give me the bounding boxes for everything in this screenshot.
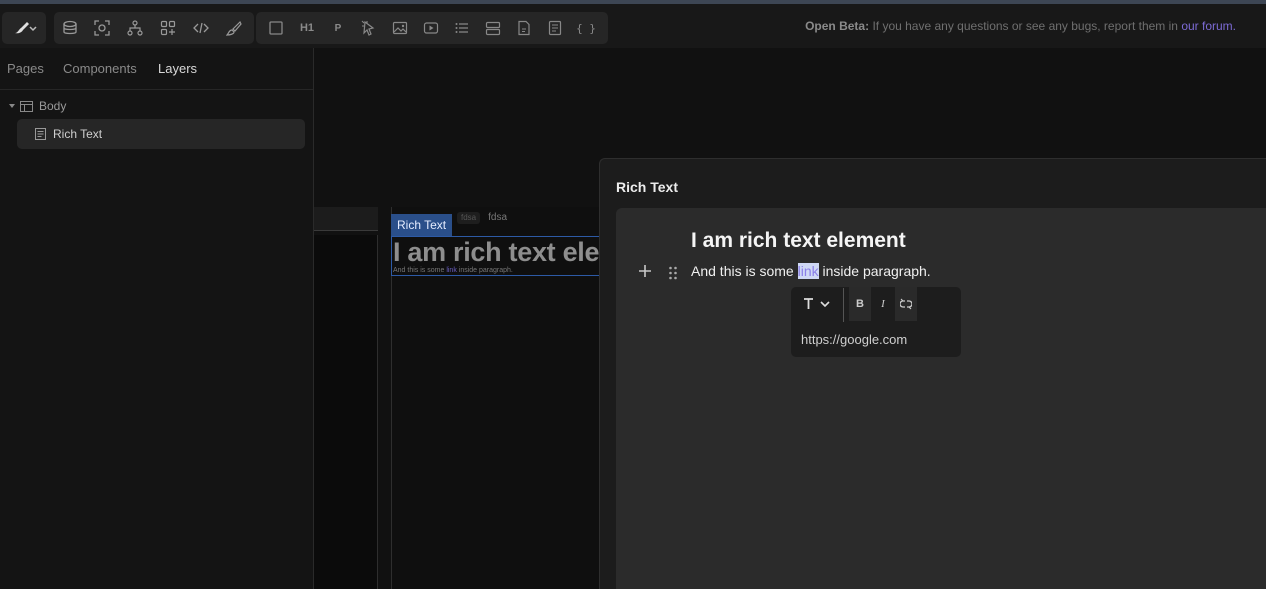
preview-heading: I am rich text element xyxy=(393,237,600,267)
top-toolbar: H1 P { } Open Beta: If you have any ques… xyxy=(0,4,1266,48)
heading-label: H1 xyxy=(299,22,315,34)
text-type-button[interactable] xyxy=(797,287,839,321)
beta-notice-label: Open Beta: xyxy=(805,19,870,33)
code-icon[interactable] xyxy=(186,12,216,44)
popover-toolbar: B I xyxy=(791,287,961,322)
video-icon[interactable] xyxy=(416,12,446,44)
rich-text-editor-panel: Rich Text I am rich text element And thi… xyxy=(599,158,1266,589)
plus-icon[interactable] xyxy=(638,264,652,278)
preview-paragraph: And this is some link inside paragraph. xyxy=(393,267,513,274)
editor-text-before: And this is some xyxy=(691,263,794,279)
beta-notice: Open Beta: If you have any questions or … xyxy=(805,19,1236,33)
breadcrumb-tag[interactable]: fdsa xyxy=(457,212,481,224)
link-url-field[interactable]: https://google.com xyxy=(801,332,907,347)
heading-button[interactable]: H1 xyxy=(292,12,322,44)
selected-rich-text-element[interactable]: I am rich text element And this is some … xyxy=(391,236,601,276)
toolbar-divider xyxy=(843,288,844,322)
table-icon xyxy=(20,100,33,112)
canvas-frame[interactable] xyxy=(314,235,378,589)
element-palette-group: H1 P { } xyxy=(256,12,608,44)
bold-button[interactable]: B xyxy=(849,287,871,321)
layer-item-body[interactable]: Body xyxy=(8,97,66,115)
chevron-down-icon[interactable] xyxy=(8,102,16,110)
link-popover: B I https://google.com xyxy=(791,287,961,357)
italic-icon: I xyxy=(881,298,885,310)
editor-link[interactable]: link xyxy=(797,263,819,279)
hierarchy-icon[interactable] xyxy=(120,12,150,44)
beta-notice-text: If you have any questions or see any bug… xyxy=(872,19,1178,33)
unlink-icon xyxy=(900,298,912,310)
apps-add-icon[interactable] xyxy=(153,12,183,44)
italic-button[interactable]: I xyxy=(872,287,894,321)
rich-text-editor[interactable]: I am rich text element And this is some … xyxy=(616,208,1266,589)
panel-tools-group xyxy=(54,12,254,44)
component-focus-icon[interactable] xyxy=(87,12,117,44)
panel-title: Rich Text xyxy=(616,179,678,195)
left-panel: Pages Components Layers Body Rich Text xyxy=(0,48,314,589)
link-cursor-icon[interactable] xyxy=(354,12,384,44)
logo-brush-icon[interactable] xyxy=(6,12,44,44)
bold-icon: B xyxy=(856,298,864,310)
panel-tabs: Pages Components Layers xyxy=(0,48,313,90)
image-icon[interactable] xyxy=(385,12,415,44)
editor-paragraph[interactable]: And this is some link inside paragraph. xyxy=(691,263,931,279)
database-icon[interactable] xyxy=(55,12,85,44)
layer-item-rich-text[interactable]: Rich Text xyxy=(17,119,305,149)
drag-handle-icon[interactable] xyxy=(668,266,678,280)
tab-layers[interactable]: Layers xyxy=(158,61,197,76)
document-icon[interactable] xyxy=(540,12,570,44)
document-icon xyxy=(35,128,46,140)
editor-text-after: inside paragraph. xyxy=(822,263,931,279)
editor-heading[interactable]: I am rich text element xyxy=(691,229,906,253)
code-block-button[interactable]: { } xyxy=(571,12,601,44)
paint-brush-icon[interactable] xyxy=(219,12,249,44)
text-type-icon xyxy=(804,298,830,309)
stack-icon[interactable] xyxy=(478,12,508,44)
logo-menu-group xyxy=(2,12,46,44)
forum-link[interactable]: our forum. xyxy=(1181,19,1236,33)
code-block-label: { } xyxy=(576,21,596,35)
unlink-button[interactable] xyxy=(895,287,917,321)
square-icon[interactable] xyxy=(261,12,291,44)
paragraph-button[interactable]: P xyxy=(323,12,353,44)
preview-text-before: And this is some xyxy=(393,267,445,274)
breadcrumb-item[interactable]: fdsa xyxy=(488,212,507,224)
paragraph-label: P xyxy=(334,22,342,34)
selection-label[interactable]: Rich Text xyxy=(391,214,453,236)
tab-pages[interactable]: Pages xyxy=(7,61,44,76)
preview-text-after: inside paragraph. xyxy=(458,267,513,274)
preview-link[interactable]: link xyxy=(446,267,457,274)
tab-components[interactable]: Components xyxy=(63,61,137,76)
list-icon[interactable] xyxy=(447,12,477,44)
file-icon[interactable] xyxy=(509,12,539,44)
layer-rich-text-label: Rich Text xyxy=(53,127,103,141)
layer-body-label: Body xyxy=(39,99,67,113)
breadcrumb: fdsa fdsa xyxy=(457,212,507,224)
frame-header xyxy=(314,207,378,231)
